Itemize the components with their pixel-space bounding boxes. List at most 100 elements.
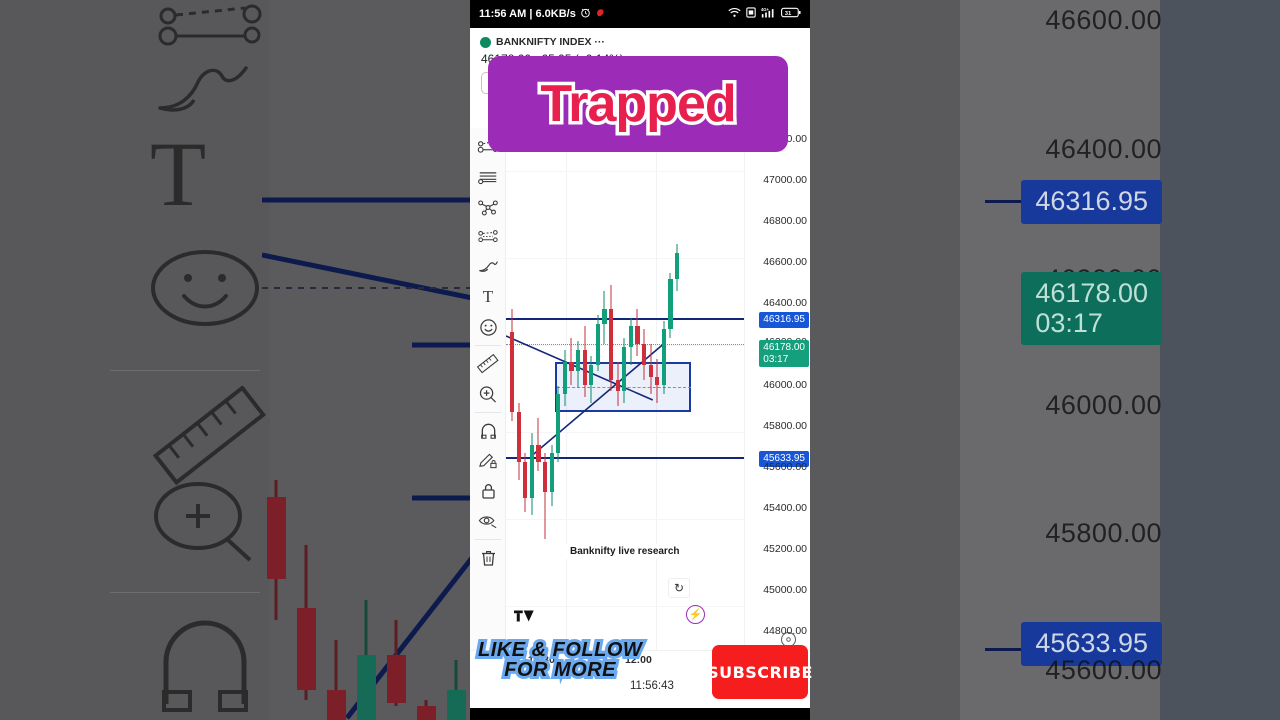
price-tick: 45400.00: [763, 502, 807, 514]
candlestick: [569, 338, 574, 386]
candle-body: [655, 376, 660, 386]
candle-body: [675, 252, 680, 280]
chart-clock: 11:56:43: [630, 680, 674, 692]
candlestick: [562, 350, 567, 407]
emoji-tool[interactable]: [470, 312, 506, 342]
bg-price-label: 46600.00: [1045, 5, 1162, 35]
brush-tool[interactable]: [470, 252, 506, 282]
candle-body: [595, 323, 600, 365]
price-tick: 45000.00: [763, 584, 807, 596]
candle-body: [589, 364, 594, 386]
watermark-label: Banknifty live research: [564, 544, 686, 559]
brush-icon-bg: [150, 60, 270, 120]
horizontal-lines-tool[interactable]: [470, 162, 506, 192]
text-tool[interactable]: T: [470, 282, 506, 312]
candlestick: [595, 314, 600, 371]
lightning-bolt-button[interactable]: ⚡: [686, 605, 705, 624]
last-price-value: 46178.00: [763, 342, 805, 353]
candle-body: [642, 344, 647, 365]
toolbar-separator: [474, 345, 501, 346]
candlestick: [549, 444, 554, 507]
price-tick: 45600.00: [763, 461, 807, 473]
candlestick: [609, 285, 614, 392]
status-bar-right: 4G+ 31: [728, 7, 801, 21]
fib-projection-tool[interactable]: [470, 222, 506, 252]
bg-price-label: 46400.00: [1045, 134, 1162, 164]
price-tick: 46800.00: [763, 215, 807, 227]
symbol-row[interactable]: BANKNIFTY INDEX ···: [480, 34, 804, 50]
candlestick: [582, 326, 587, 398]
notification-icon: [595, 7, 606, 21]
candle-body: [516, 412, 521, 463]
pitchfork-tool[interactable]: [470, 192, 506, 222]
candle-body: [529, 444, 534, 498]
candlestick: [661, 320, 666, 395]
toolbar-separator-3: [474, 539, 501, 540]
text-icon-bg: T: [150, 123, 207, 225]
last-price-badge[interactable]: 46178.00 03:17: [759, 340, 809, 367]
candle-body: [661, 329, 666, 386]
chart-plot-area[interactable]: Banknifty live research ↻ ⚡: [506, 128, 744, 650]
candlestick: [516, 403, 521, 480]
toolbar-separator-bg: [110, 370, 260, 371]
candlestick: [543, 453, 548, 539]
smiley-icon-bg: [150, 248, 260, 328]
candle-body: [668, 279, 673, 330]
candlestick: [602, 291, 607, 345]
chart-body: T Banknifty live research ↻ ⚡ 47000.00 4…: [470, 128, 810, 650]
market-status-icon: [480, 36, 491, 48]
candlestick: [529, 432, 534, 516]
ruler-icon-bg: [150, 386, 270, 486]
signal-bars-icon: 4G+: [761, 7, 776, 21]
symbol-name: BANKNIFTY INDEX ···: [496, 36, 605, 48]
battery-icon: 31: [781, 7, 801, 21]
candle-body: [576, 350, 581, 371]
bg-price-label: 45800.00: [1045, 518, 1162, 548]
price-tick: 46400.00: [763, 297, 807, 309]
candlestick: [523, 453, 528, 513]
candle-body: [562, 361, 567, 395]
bg-price-label: 46000.00: [1045, 390, 1162, 420]
price-tick: 47000.00: [763, 174, 807, 186]
candle-body: [543, 462, 548, 492]
wifi-icon: [728, 7, 741, 21]
candle-body: [648, 364, 653, 377]
bg-price-label: 45600.00: [1045, 655, 1162, 685]
measure-tool[interactable]: [470, 349, 506, 379]
status-bar-left: 11:56 AM | 6.0KB/s: [479, 7, 606, 21]
lock-tool[interactable]: [470, 476, 506, 506]
bg-resistance-badge: 46316.95: [1021, 180, 1162, 224]
magnet-tool[interactable]: [470, 416, 506, 446]
price-tick: 46000.00: [763, 379, 807, 391]
subscribe-label: SUBSCRIBE: [707, 662, 813, 682]
status-time-speed: 11:56 AM | 6.0KB/s: [479, 8, 576, 20]
candlestick: [589, 355, 594, 404]
candle-body: [602, 308, 607, 324]
bg-last-price-value: 46178.00: [1035, 278, 1148, 308]
candle-body: [536, 444, 541, 463]
price-scale[interactable]: 47200.00 47000.00 46800.00 46600.00 4640…: [744, 128, 810, 650]
zoom-tool[interactable]: [470, 379, 506, 409]
candle-body: [622, 347, 627, 392]
hide-drawings-tool[interactable]: [470, 506, 506, 536]
alarm-icon: [580, 7, 591, 21]
like-follow-line2: FOR MORE: [501, 657, 618, 683]
bg-last-price-countdown: 03:17: [1035, 308, 1103, 339]
drawing-mode-tool[interactable]: [470, 446, 506, 476]
reset-scale-button[interactable]: ↻: [668, 578, 690, 598]
app-header: BANKNIFTY INDEX ··· 46178.00 +65.95 (+0.…: [470, 28, 810, 152]
magnet-icon-bg: [150, 612, 260, 712]
battery-level: 31: [785, 11, 792, 17]
background-left-panel: T: [0, 0, 480, 720]
subscribe-sticker[interactable]: SUBSCRIBE: [707, 645, 812, 699]
toolbar-separator-2: [474, 412, 501, 413]
price-tick: 45200.00: [763, 543, 807, 555]
remove-drawings-tool[interactable]: [470, 543, 506, 573]
toolbar-separator2-bg: [110, 592, 260, 593]
tradingview-logo: [514, 609, 536, 628]
resistance-price-badge[interactable]: 46316.95: [759, 312, 809, 328]
candlestick: [628, 317, 633, 365]
like-follow-sticker: LIKE & FOLLOW FOR MORE: [475, 637, 645, 683]
candlestick: [556, 385, 561, 463]
candlestick: [576, 341, 581, 389]
